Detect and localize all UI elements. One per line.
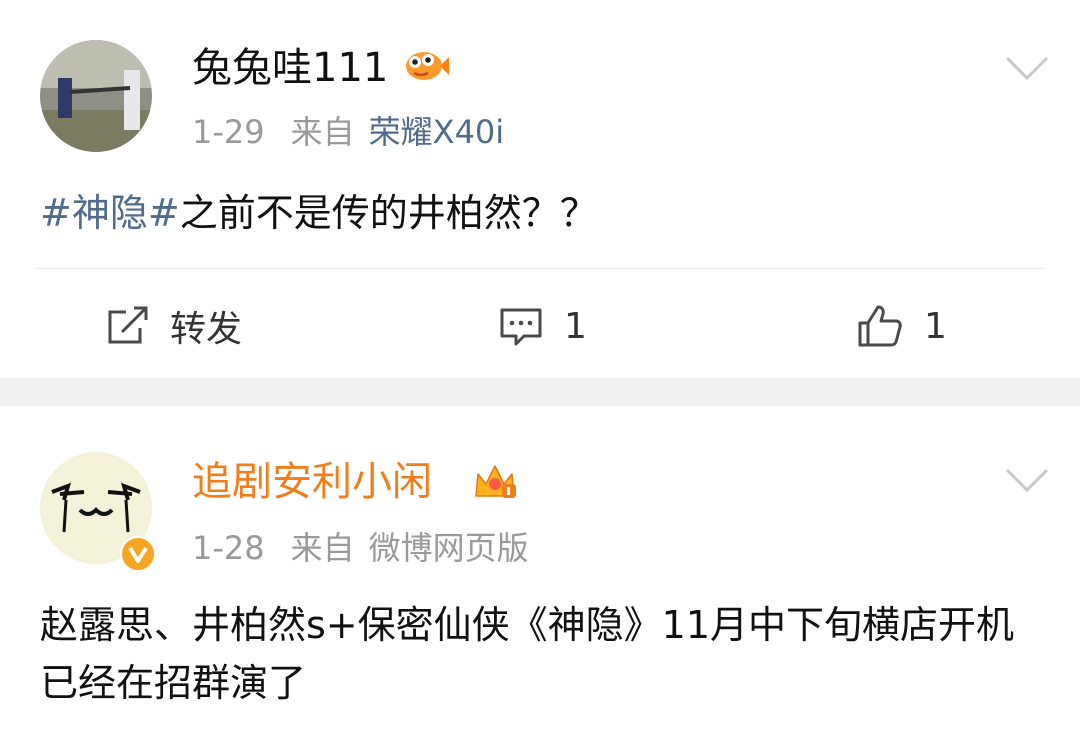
avatar[interactable] (40, 40, 152, 152)
post-text: 之前不是传的井柏然？？ (179, 191, 598, 235)
comment-count: 1 (564, 305, 587, 347)
forward-button[interactable]: 转发 (106, 300, 242, 352)
post-content: 赵露思、井柏然s+保密仙侠《神隐》11月中下旬横店开机 已经在招群演了 (40, 603, 1014, 705)
crown-icon[interactable] (472, 462, 518, 502)
chevron-down-icon[interactable] (1004, 466, 1050, 494)
post-meta: 1-29 来自 荣耀X40i (192, 112, 504, 152)
fish-icon[interactable] (404, 46, 450, 86)
post-time: 1-28 (192, 529, 265, 567)
source-prefix: 来自 (290, 529, 355, 567)
post-meta: 1-28 来自 微博网页版 (192, 528, 529, 568)
post-time: 1-29 (192, 113, 265, 151)
share-icon (108, 306, 148, 344)
hashtag-link[interactable]: #神隐# (40, 191, 180, 235)
username[interactable]: 追剧安利小闲 (192, 458, 432, 506)
avatar-image (40, 40, 152, 152)
post-content: #神隐#之前不是传的井柏然？？ (40, 184, 1040, 242)
forward-label: 转发 (170, 309, 243, 350)
username[interactable]: 兔兔哇111 (192, 44, 388, 92)
post-card: 兔兔哇111 1-29 来自 荣耀X40i #神隐#之前不是传的井柏然？？ 转发 1 (0, 0, 1080, 378)
comment-button[interactable]: 1 (498, 300, 587, 352)
like-button[interactable]: 1 (856, 300, 947, 352)
thumbs-up-icon (858, 305, 902, 347)
source-device-link[interactable]: 荣耀X40i (369, 113, 505, 151)
post-card: 追剧安利小闲 1-28 来自 微博网页版 赵露思、井柏然s+保密仙侠《神隐》11月中… (0, 406, 1080, 748)
source-client: 微博网页版 (368, 529, 529, 567)
avatar[interactable] (40, 452, 156, 572)
action-divider (36, 268, 1044, 269)
comment-icon (500, 308, 542, 346)
source-prefix: 来自 (290, 113, 355, 151)
like-count: 1 (924, 305, 947, 347)
chevron-down-icon[interactable] (1004, 54, 1050, 82)
verified-v-icon (120, 536, 156, 572)
feed-separator (0, 378, 1080, 406)
